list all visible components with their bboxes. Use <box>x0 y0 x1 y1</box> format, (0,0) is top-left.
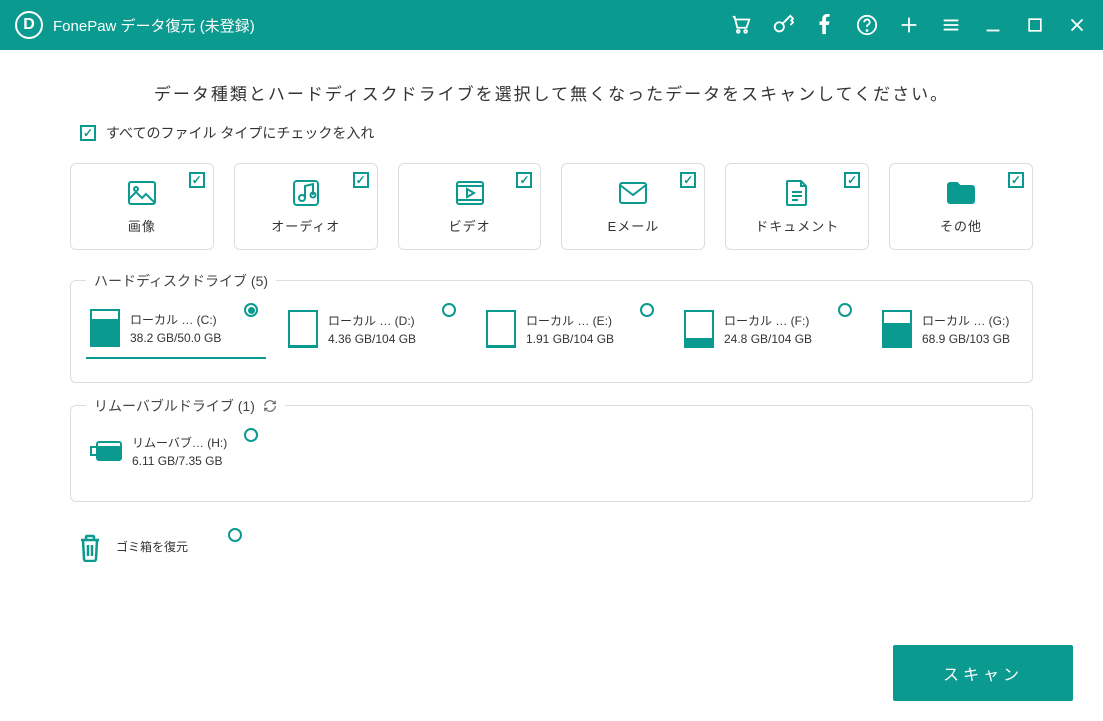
drive-size: 24.8 GB/104 GB <box>724 332 812 346</box>
category-audio[interactable]: オーディオ <box>234 163 378 250</box>
category-checkbox[interactable] <box>353 172 369 188</box>
category-email[interactable]: Eメール <box>561 163 705 250</box>
drive-name: リムーバブ… (H:) <box>132 434 227 451</box>
drive-size: 4.36 GB/104 GB <box>328 332 416 346</box>
check-all-checkbox[interactable] <box>80 125 96 141</box>
instruction-text: データ種類とハードディスクドライブを選択して無くなったデータをスキャンしてくださ… <box>70 80 1033 105</box>
category-row: 画像 オーディオ ビデオ Eメール ドキュメント その他 <box>70 163 1033 250</box>
drive-size: 68.9 GB/103 GB <box>922 332 1010 346</box>
refresh-icon[interactable] <box>263 399 277 413</box>
menu-icon[interactable] <box>940 14 962 36</box>
drive-radio[interactable] <box>244 303 258 317</box>
removable-section: リムーバブルドライブ (1) リムーバブ… (H:)6.11 GB/7.35 G… <box>70 405 1033 502</box>
category-label: ドキュメント <box>755 216 839 235</box>
category-checkbox[interactable] <box>1008 172 1024 188</box>
help-icon[interactable] <box>856 14 878 36</box>
drive-size: 1.91 GB/104 GB <box>526 332 614 346</box>
category-label: オーディオ <box>271 216 340 235</box>
drive-name: ローカル … (C:) <box>130 311 221 328</box>
drive-name: ローカル … (D:) <box>328 312 416 329</box>
category-document[interactable]: ドキュメント <box>725 163 869 250</box>
removable-section-title: リムーバブルドライブ (1) <box>94 396 255 416</box>
drive-radio[interactable] <box>640 303 654 317</box>
category-label: Eメール <box>608 216 660 235</box>
category-checkbox[interactable] <box>189 172 205 188</box>
recycle-label: ゴミ箱を復元 <box>116 538 188 555</box>
maximize-icon[interactable] <box>1024 14 1046 36</box>
hdd-drive-icon <box>882 310 912 348</box>
hdd-drive-item[interactable]: ローカル … (E:) 1.91 GB/104 GB <box>482 299 662 359</box>
document-icon <box>782 178 812 208</box>
hdd-drive-icon <box>486 310 516 348</box>
drive-radio[interactable] <box>838 303 852 317</box>
titlebar: D FonePaw データ復元 (未登録) <box>0 0 1103 50</box>
removable-drive-item[interactable]: リムーバブ… (H:) 6.11 GB/7.35 GB <box>86 424 266 478</box>
close-icon[interactable] <box>1066 14 1088 36</box>
category-other[interactable]: その他 <box>889 163 1033 250</box>
recycle-radio[interactable] <box>228 528 242 542</box>
cart-icon[interactable] <box>730 14 752 36</box>
hdd-drive-icon <box>684 310 714 348</box>
drive-radio[interactable] <box>244 428 258 442</box>
category-checkbox[interactable] <box>680 172 696 188</box>
hdd-section: ハードディスクドライブ (5) ローカル … (C:)38.2 GB/50.0 … <box>70 280 1033 383</box>
key-icon[interactable] <box>772 14 794 36</box>
category-label: ビデオ <box>449 216 491 235</box>
audio-icon <box>291 178 321 208</box>
drive-name: ローカル … (F:) <box>724 312 812 329</box>
category-label: その他 <box>940 216 982 235</box>
folder-icon <box>946 178 976 208</box>
hdd-section-title: ハードディスクドライブ (5) <box>86 271 276 291</box>
video-icon <box>455 178 485 208</box>
category-video[interactable]: ビデオ <box>398 163 542 250</box>
app-logo-icon: D <box>15 11 43 39</box>
usb-drive-icon <box>90 437 122 465</box>
check-all-label: すべてのファイル タイプにチェックを入れ <box>106 123 374 143</box>
category-label: 画像 <box>128 216 156 235</box>
hdd-drive-item[interactable]: ローカル … (F:) 24.8 GB/104 GB <box>680 299 860 359</box>
hdd-drive-item[interactable]: ローカル … (D:) 4.36 GB/104 GB <box>284 299 464 359</box>
scan-button[interactable]: スキャン <box>893 645 1073 701</box>
drive-size: 38.2 GB/50.0 GB <box>130 331 221 345</box>
hdd-drive-icon <box>90 309 120 347</box>
minimize-icon[interactable] <box>982 14 1004 36</box>
drive-name: ローカル … (E:) <box>526 312 614 329</box>
drive-name: ローカル … (G:) <box>922 312 1010 329</box>
drive-size: 6.11 GB/7.35 GB <box>132 454 227 468</box>
category-image[interactable]: 画像 <box>70 163 214 250</box>
app-title: FonePaw データ復元 (未登録) <box>53 15 255 36</box>
hdd-drive-item[interactable]: ローカル … (C:) 38.2 GB/50.0 GB <box>86 299 266 359</box>
category-checkbox[interactable] <box>844 172 860 188</box>
hdd-drive-item[interactable]: ローカル … (G:) 68.9 GB/103 GB <box>878 299 1017 359</box>
image-icon <box>127 178 157 208</box>
hdd-drive-icon <box>288 310 318 348</box>
plus-icon[interactable] <box>898 14 920 36</box>
email-icon <box>618 178 648 208</box>
category-checkbox[interactable] <box>516 172 532 188</box>
drive-radio[interactable] <box>442 303 456 317</box>
trash-icon <box>78 534 102 562</box>
facebook-icon[interactable] <box>814 14 836 36</box>
recycle-bin-item[interactable]: ゴミ箱を復元 <box>70 524 250 572</box>
